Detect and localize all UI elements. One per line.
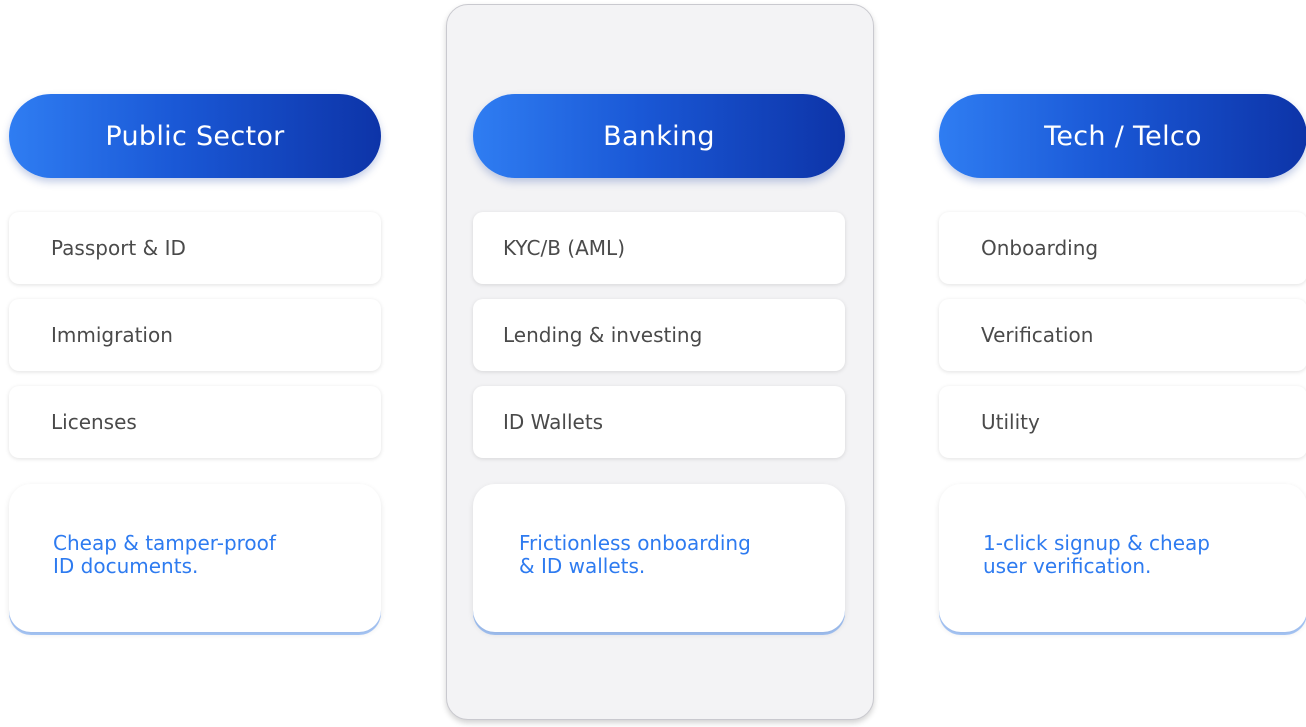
public-sector-item-passport: Passport & ID (9, 212, 381, 284)
public-sector-summary: Cheap & tamper-proof ID documents. (9, 484, 381, 632)
use-case-comparison: Public Sector Passport & ID Immigration … (0, 0, 1306, 727)
public-sector-item-immigration: Immigration (9, 299, 381, 371)
tech-telco-item-verification: Verification (939, 299, 1306, 371)
banking-item-lending: Lending & investing (473, 299, 845, 371)
tech-telco-summary: 1-click signup & cheap user verification… (939, 484, 1306, 632)
tech-telco-item-utility: Utility (939, 386, 1306, 458)
tech-telco-header-pill[interactable]: Tech / Telco (939, 94, 1306, 178)
banking-item-kyc: KYC/B (AML) (473, 212, 845, 284)
banking-summary: Frictionless onboarding & ID wallets. (473, 484, 845, 632)
tech-telco-item-onboarding: Onboarding (939, 212, 1306, 284)
public-sector-item-licenses: Licenses (9, 386, 381, 458)
banking-item-id-wallets: ID Wallets (473, 386, 845, 458)
public-sector-header-pill[interactable]: Public Sector (9, 94, 381, 178)
banking-header-pill[interactable]: Banking (473, 94, 845, 178)
